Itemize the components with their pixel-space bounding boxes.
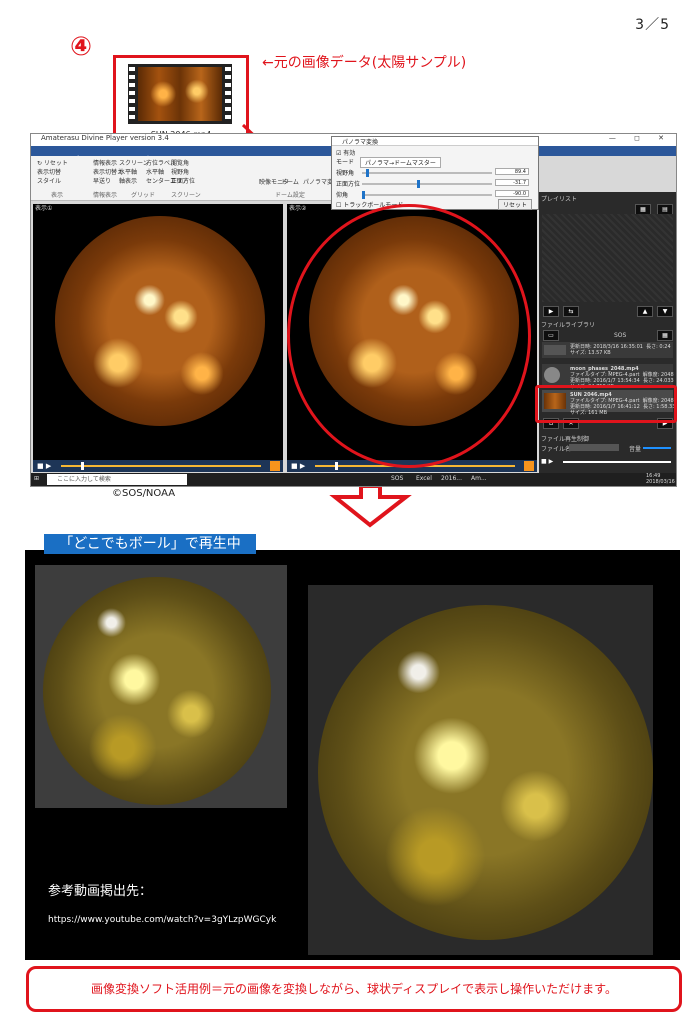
ribbon-group-label: 表示 [51, 192, 64, 199]
enable-checkbox[interactable]: ☑ 有効 [336, 148, 355, 157]
seek-knob[interactable] [335, 462, 338, 470]
enable-label: 有効 [343, 150, 356, 157]
slider-label: 正面方位 [336, 181, 361, 188]
folder-name: SOS [614, 332, 627, 339]
window-controls[interactable]: — ◻ ✕ [609, 134, 672, 142]
ribbon-item[interactable]: 正面方位 [171, 177, 195, 186]
elevation-slider[interactable] [362, 191, 492, 199]
sun-image [55, 216, 265, 426]
converted-view-highlight [287, 204, 531, 468]
transport-icons[interactable]: ■ ▶ [541, 458, 553, 465]
player-controls-left: ■ ▶ [33, 460, 283, 472]
fullscreen-button[interactable] [270, 461, 280, 471]
spherical-display [43, 577, 271, 805]
play-icon[interactable]: ■ ▶ [291, 462, 305, 470]
playlist-area[interactable] [542, 214, 673, 302]
fullscreen-button[interactable] [524, 461, 534, 471]
azimuth-value[interactable]: -31.7 [495, 179, 529, 186]
ribbon-item[interactable]: 視野角 [171, 168, 195, 177]
windows-start-icon[interactable]: ⊞ [34, 475, 39, 482]
reference-url[interactable]: https://www.youtube.com/watch?v=3gYLzpWG… [48, 915, 276, 925]
dialog-title: パノラマ変換 [332, 137, 538, 146]
panorama-conversion-dialog: パノラマ変換 ☑ 有効 モード パノラマ→ドームマスター 視野角 89.4 正面… [331, 136, 539, 210]
ribbon-item[interactable]: 表示切替 [37, 168, 68, 177]
mode-label: モード [336, 159, 355, 166]
transport-seek-bar[interactable] [563, 461, 671, 463]
summary-box: 画像変換ソフト活用例＝元の画像を変換しながら、球状ディスプレイで表示し操作いただ… [26, 966, 682, 1012]
down-arrow-icon [329, 484, 412, 528]
ribbon-item[interactable]: 軸表示 [119, 177, 149, 186]
move-up-button[interactable]: ▲ [637, 306, 653, 317]
file-name-field[interactable] [569, 444, 619, 451]
windows-taskbar: ⊞ ここに入力して検索 SOS Excel 2016... Am... 16:4… [31, 473, 676, 486]
file-row[interactable]: 更新日時: 2018/3/16 16:35:01 長さ: 0:24 サイズ: 1… [542, 342, 673, 358]
move-down-button[interactable]: ▼ [657, 306, 673, 317]
loop-button[interactable]: ⇆ [563, 306, 579, 317]
taskbar-search[interactable]: ここに入力して検索 [47, 474, 187, 485]
file-row[interactable]: moon_phases_2048.mp4 ファイルタイプ: MPEG-4.part… [542, 364, 674, 390]
taskbar-item[interactable]: Excel [416, 475, 432, 482]
library-grid-button[interactable]: ▦ [657, 330, 673, 341]
copyright-notice: ©SOS/NOAA [112, 488, 176, 499]
ribbon-group-grid: スクリーン 水平軸 軸表示 [119, 159, 149, 186]
app-title: Amaterasu Divine Player version 3.4 [41, 134, 169, 142]
fov-value[interactable]: 89.4 [495, 168, 529, 175]
taskbar-clock: 16:49 2018/03/16 [646, 473, 675, 485]
ribbon-item[interactable]: ↻ リセット [37, 159, 68, 168]
reference-label: 参考動画掲出先： [48, 884, 153, 899]
ribbon-item[interactable]: スクリーン [119, 159, 149, 168]
ribbon-group-label: グリッド [131, 192, 156, 199]
side-panel: プレイリスト ▦ ▤ ▶ ⇆ ▲ ▼ ファイルライブラリ ▭ SOS ▦ 更新日… [539, 192, 676, 473]
ribbon-item[interactable]: 水平軸 [119, 168, 149, 177]
ribbon-item[interactable]: スタイル [37, 177, 68, 186]
spherical-display [318, 605, 653, 940]
photo-ball-large [308, 585, 653, 955]
viewer-label: 表示① [35, 205, 53, 212]
seek-knob[interactable] [81, 462, 84, 470]
summary-text: 画像変換ソフト活用例＝元の画像を変換しながら、球状ディスプレイで表示し操作いただ… [91, 982, 617, 996]
slider-label: 仰角 [336, 192, 349, 199]
volume-label: 音量 [629, 446, 642, 453]
azimuth-slider[interactable] [362, 180, 492, 188]
library-header: ファイルライブラリ [541, 322, 596, 329]
ribbon-section-label: ドーム設定 [275, 192, 305, 199]
ribbon-item[interactable]: 閲覧角 [171, 159, 195, 168]
file-label: ファイル名 [541, 446, 572, 453]
viewer-label: 表示② [289, 205, 307, 212]
play-button[interactable]: ▶ [543, 306, 559, 317]
elevation-value[interactable]: -90.0 [495, 190, 529, 197]
file-thumbnail [544, 345, 566, 355]
viewer-original[interactable]: 表示① [33, 204, 283, 460]
slider-label: 視野角 [336, 170, 355, 177]
fov-slider[interactable] [362, 169, 492, 177]
taskbar-item[interactable]: Am... [471, 475, 487, 482]
folder-icon[interactable]: ▭ [543, 330, 559, 341]
volume-slider[interactable] [643, 447, 671, 449]
reset-button[interactable]: リセット [498, 199, 533, 210]
seek-bar[interactable] [61, 465, 261, 467]
ribbon-group-view: ↻ リセット 表示切替 スタイル [37, 159, 68, 186]
moon-thumbnail [544, 367, 560, 383]
taskbar-item[interactable]: SOS [391, 475, 403, 482]
ribbon-tool-dome[interactable]: ドーム [281, 178, 299, 187]
ribbon-group-angles: 閲覧角 視野角 正面方位 [171, 159, 195, 186]
ribbon-group-label: 情報表示 [93, 192, 118, 199]
mode-select[interactable]: パノラマ→ドームマスター [360, 157, 441, 168]
file-meta: 更新日時: 2018/3/16 16:35:01 長さ: 0:24 サイズ: 1… [570, 344, 671, 356]
taskbar-item[interactable]: 2016... [441, 475, 462, 482]
photo-ball-small [35, 565, 287, 808]
player-header: ファイル再生制御 [541, 436, 590, 443]
playback-title: 「どこでもボール」で再生中 [44, 534, 256, 554]
selected-file-highlight [535, 385, 677, 423]
ribbon-group-label: スクリーン [171, 192, 201, 199]
play-icon[interactable]: ■ ▶ [37, 462, 51, 470]
playlist-header: プレイリスト [541, 196, 578, 203]
